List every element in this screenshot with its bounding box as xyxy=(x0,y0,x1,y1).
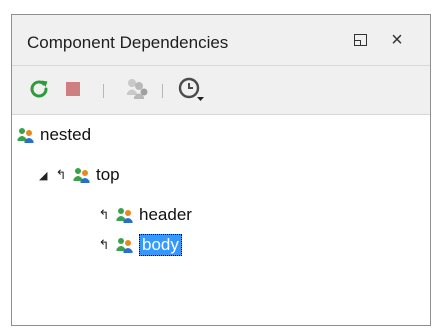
show-dependencies-icon xyxy=(127,79,148,99)
component-icon xyxy=(17,127,35,143)
component-icon xyxy=(73,167,91,183)
component-dependencies-panel: Component Dependencies × nested ◢ ↰ top … xyxy=(11,14,431,326)
tree-node-label: nested xyxy=(40,125,92,144)
panel-titlebar: Component Dependencies × xyxy=(12,15,430,66)
tree-node-label: top xyxy=(96,165,120,184)
dependency-arrow-icon: ↰ xyxy=(98,207,110,222)
toolbar-separator xyxy=(103,84,104,98)
component-icon xyxy=(116,207,134,223)
tree-node-root[interactable]: nested xyxy=(17,123,91,147)
tree-node-label: header xyxy=(139,205,192,224)
refresh-icon xyxy=(30,80,48,98)
dependency-arrow-icon: ↰ xyxy=(55,167,67,182)
stop-icon xyxy=(66,82,80,96)
tree-node-label-selected: body xyxy=(139,234,182,256)
restore-icon xyxy=(353,34,367,46)
component-icon xyxy=(116,237,134,253)
dependency-tree: nested ◢ ↰ top ↰ header ↰ body xyxy=(12,115,430,325)
close-icon: × xyxy=(391,28,403,51)
refresh-button[interactable] xyxy=(26,75,52,103)
tree-node-body[interactable]: ↰ body xyxy=(98,233,182,257)
history-icon xyxy=(178,77,204,101)
tree-node-header[interactable]: ↰ header xyxy=(98,203,192,227)
dependency-arrow-icon: ↰ xyxy=(98,237,110,252)
show-dependencies-button[interactable] xyxy=(123,75,153,103)
close-button[interactable]: × xyxy=(386,29,408,51)
stop-button[interactable] xyxy=(60,75,86,103)
collapse-icon[interactable]: ◢ xyxy=(39,169,49,182)
tree-node-top[interactable]: ◢ ↰ top xyxy=(39,163,120,187)
restore-button[interactable] xyxy=(349,29,371,51)
toolbar xyxy=(12,66,430,115)
panel-title: Component Dependencies xyxy=(27,33,229,52)
toolbar-separator xyxy=(162,84,163,98)
history-dropdown-button[interactable] xyxy=(175,75,209,103)
